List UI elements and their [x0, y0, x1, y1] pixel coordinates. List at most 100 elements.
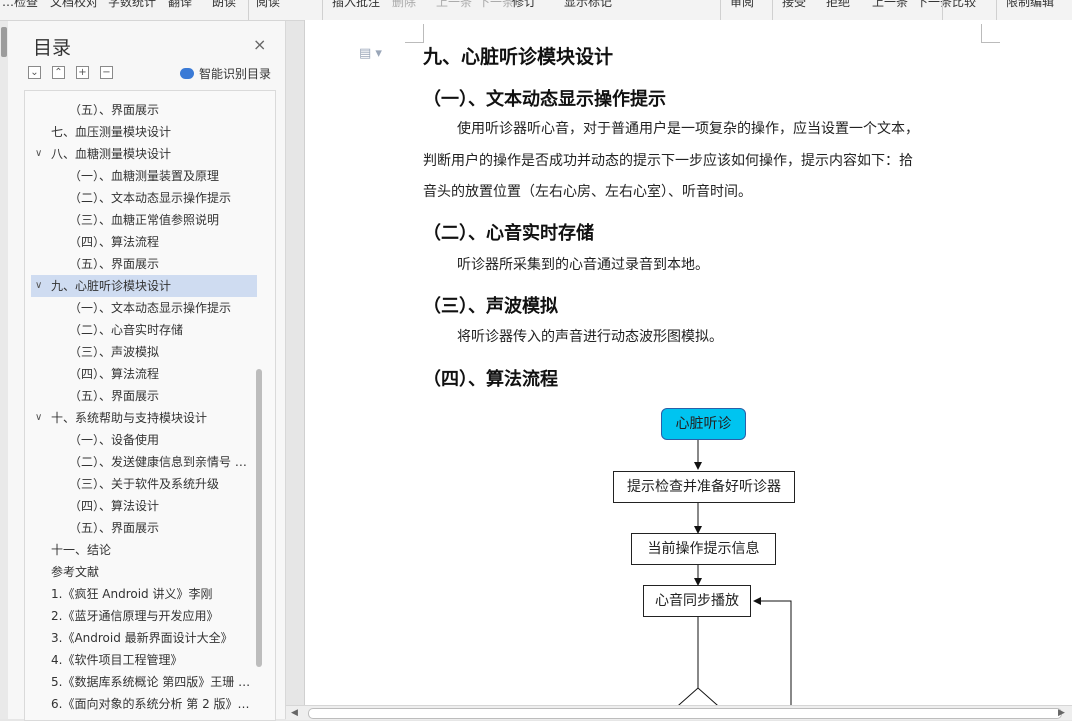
- toc-item[interactable]: ∨ 九、心脏听诊模块设计: [31, 275, 257, 297]
- chevron-down-icon[interactable]: ∨: [35, 275, 42, 297]
- toc-item-label: 十、系统帮助与支持模块设计: [51, 411, 208, 425]
- toolbar-item[interactable]: 删除: [392, 0, 416, 10]
- toc-item[interactable]: （一）、文本动态显示操作提示: [31, 297, 257, 319]
- toolbar-item[interactable]: 朗读: [212, 0, 236, 10]
- toc-item[interactable]: ∨ 十、系统帮助与支持模块设计: [31, 407, 257, 429]
- smart-toc-label: 智能识别目录: [199, 67, 272, 81]
- toc-item-label: （一）、血糖测量装置及原理: [69, 169, 220, 183]
- document-area: ▤ ▾ 九、心脏听诊模块设计 （一）、文本动态显示操作提示 使用听诊器听心音，对…: [286, 20, 1072, 719]
- toc-item-label: （五）、界面展示: [69, 103, 160, 117]
- toc-item[interactable]: （二）、文本动态显示操作提示: [31, 187, 257, 209]
- toc-item[interactable]: 3.《Android 最新界面设计大全》: [31, 627, 257, 649]
- toc-item[interactable]: 6.《面向对象的系统分析 第 2 版》…: [31, 693, 257, 715]
- toolbar-item[interactable]: 修订: [512, 0, 536, 10]
- toc-item[interactable]: （四）、算法流程: [31, 231, 257, 253]
- chevron-down-icon[interactable]: ∨: [35, 143, 42, 165]
- document-page[interactable]: ▤ ▾ 九、心脏听诊模块设计 （一）、文本动态显示操作提示 使用听诊器听心音，对…: [304, 20, 1072, 710]
- flow-step-node: 心音同步播放: [643, 585, 751, 617]
- toc-item[interactable]: （三）、声波模拟: [31, 341, 257, 363]
- toc-list[interactable]: （五）、界面展示 七、血压测量模块设计 ∨ 八、血糖测量模块设计 （一）、血糖测量装置及…: [24, 90, 276, 721]
- ribbon-toolbar: …检查 文档校对 字数统计 翻译 朗读 阅读 插入批注 删除 上一条 下一条 修…: [0, 0, 1072, 21]
- toc-item[interactable]: 十一、结论: [31, 539, 257, 561]
- toolbar-item[interactable]: 审阅: [730, 0, 754, 10]
- toc-item[interactable]: 1.《疯狂 Android 讲义》李刚: [31, 583, 257, 605]
- smart-toc-button[interactable]: 智能识别目录: [180, 65, 271, 82]
- toc-item-label: 参考文献: [51, 565, 100, 579]
- flow-step-node: 提示检查并准备好听诊器: [613, 471, 795, 503]
- toc-item-label: 5.《数据库系统概论 第四版》王珊 …: [51, 675, 251, 689]
- toc-item-label: 1.《疯狂 Android 讲义》李刚: [51, 587, 213, 601]
- expand-all-icon[interactable]: ⌄: [28, 66, 41, 79]
- toc-item-label: 八、血糖测量模块设计: [51, 147, 172, 161]
- toc-item[interactable]: （四）、算法设计: [31, 495, 257, 517]
- toolbar-item[interactable]: 翻译: [168, 0, 192, 10]
- scroll-right-icon[interactable]: ▶: [1058, 706, 1065, 720]
- toolbar-item[interactable]: …检查: [2, 0, 38, 10]
- toc-item[interactable]: （三）、关于软件及系统升级: [31, 473, 257, 495]
- toolbar-item[interactable]: 上一条: [872, 0, 908, 10]
- toc-item-label: 2.《蓝牙通信原理与开发应用》: [51, 609, 219, 623]
- toc-item[interactable]: （五）、界面展示: [31, 253, 257, 275]
- toolbar-item[interactable]: 插入批注: [332, 0, 380, 10]
- flow-step-node: 当前操作提示信息: [631, 533, 776, 565]
- toc-item[interactable]: （二）、心音实时存储: [31, 319, 257, 341]
- toolbar-item[interactable]: 上一条: [436, 0, 472, 10]
- toolbar-item[interactable]: 比较: [952, 0, 976, 10]
- close-icon[interactable]: ×: [253, 35, 266, 54]
- toc-item-label: （四）、算法设计: [69, 499, 160, 513]
- toc-item[interactable]: 参考文献: [31, 561, 257, 583]
- toc-item-label: （五）、界面展示: [69, 521, 160, 535]
- toc-item[interactable]: （三）、血糖正常值参照说明: [31, 209, 257, 231]
- toc-item-label: （四）、算法流程: [69, 367, 160, 381]
- toc-item[interactable]: 七、血压测量模块设计: [31, 121, 257, 143]
- toolbar-item[interactable]: 下一条: [478, 0, 514, 10]
- toc-nav-pane: 目录 × ⌄ ⌃ + − 智能识别目录 （五）、界面展示 七、血压测量模块设计 ∨ 八…: [0, 21, 286, 721]
- toolbar-item[interactable]: 文档校对: [50, 0, 98, 10]
- toc-item-label: 4.《软件项目工程管理》: [51, 653, 183, 667]
- toc-item[interactable]: （五）、界面展示: [31, 385, 257, 407]
- horizontal-scrollbar[interactable]: ◀ ▶: [286, 705, 1072, 720]
- toolbar-item[interactable]: 限制编辑: [1006, 0, 1054, 10]
- toc-item[interactable]: （五）、界面展示: [31, 99, 257, 121]
- toc-item-label: （五）、界面展示: [69, 389, 160, 403]
- toc-item-label: 七、血压测量模块设计: [51, 125, 172, 139]
- toc-scrollbar[interactable]: [256, 369, 262, 667]
- toc-item-label: 6.《面向对象的系统分析 第 2 版》…: [51, 697, 250, 711]
- toc-item[interactable]: 5.《数据库系统概论 第四版》王珊 …: [31, 671, 257, 693]
- toc-item-label: （四）、算法流程: [69, 235, 160, 249]
- pane-grip-handle[interactable]: [1, 27, 7, 57]
- toc-item-label: （三）、血糖正常值参照说明: [69, 213, 220, 227]
- toolbar-item[interactable]: 接受: [782, 0, 806, 10]
- toolbar-item[interactable]: 阅读: [256, 0, 280, 10]
- toc-item[interactable]: ∨ 八、血糖测量模块设计: [31, 143, 257, 165]
- toc-item-label: （五）、界面展示: [69, 257, 160, 271]
- toc-item-label: 3.《Android 最新界面设计大全》: [51, 631, 233, 645]
- add-heading-icon[interactable]: +: [76, 66, 89, 79]
- chevron-down-icon[interactable]: ∨: [35, 407, 42, 429]
- scrollbar-thumb[interactable]: [308, 708, 1062, 719]
- toc-item-label: （二）、心音实时存储: [69, 323, 184, 337]
- toc-item-label: （三）、关于软件及系统升级: [69, 477, 220, 491]
- toc-item[interactable]: （四）、算法流程: [31, 363, 257, 385]
- toc-item[interactable]: （一）、设备使用: [31, 429, 257, 451]
- toc-item-label: （二）、文本动态显示操作提示: [69, 191, 232, 205]
- toolbar-item[interactable]: 显示标记: [564, 0, 612, 10]
- toolbar-item[interactable]: 字数统计: [108, 0, 156, 10]
- collapse-all-icon[interactable]: ⌃: [52, 66, 65, 79]
- toolbar-item[interactable]: 拒绝: [826, 0, 850, 10]
- toc-item-label: （三）、声波模拟: [69, 345, 160, 359]
- nav-title: 目录: [33, 37, 72, 59]
- toc-item[interactable]: （一）、血糖测量装置及原理: [31, 165, 257, 187]
- ai-cloud-icon: [180, 68, 194, 79]
- toc-item-label: （二）、发送健康信息到亲情号 …: [69, 455, 247, 469]
- toc-item-label: （一）、文本动态显示操作提示: [69, 301, 232, 315]
- toc-item[interactable]: 4.《软件项目工程管理》: [31, 649, 257, 671]
- toc-item[interactable]: （五）、界面展示: [31, 517, 257, 539]
- toolbar-item[interactable]: 下一条: [916, 0, 952, 10]
- toc-item[interactable]: 2.《蓝牙通信原理与开发应用》: [31, 605, 257, 627]
- toc-item-label: （一）、设备使用: [69, 433, 160, 447]
- scroll-left-icon[interactable]: ◀: [291, 706, 298, 720]
- toc-item[interactable]: （二）、发送健康信息到亲情号 …: [31, 451, 257, 473]
- toc-item-label: 九、心脏听诊模块设计: [51, 279, 172, 293]
- remove-heading-icon[interactable]: −: [100, 66, 113, 79]
